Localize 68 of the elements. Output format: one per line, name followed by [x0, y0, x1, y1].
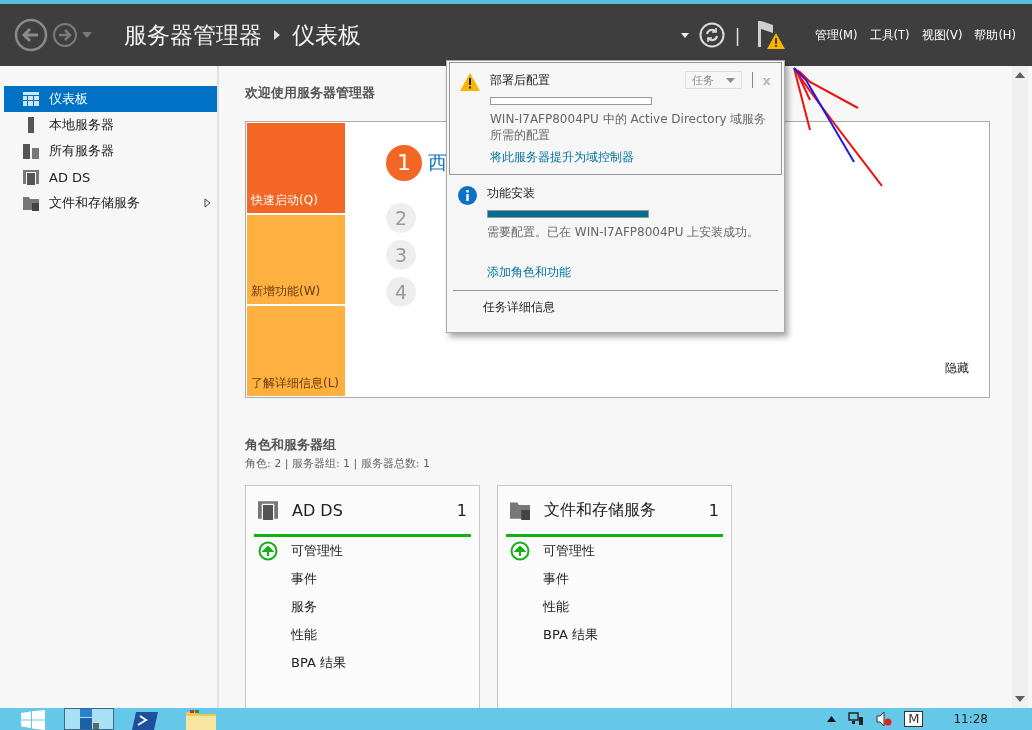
scroll-down-icon[interactable]	[1015, 696, 1025, 702]
menu-item[interactable]: 帮助(H)	[974, 27, 1016, 43]
show-hidden-icons-icon[interactable]	[827, 716, 837, 722]
notification-link[interactable]: 将此服务器提升为域控制器	[490, 149, 634, 166]
notification-title: 功能安装	[487, 184, 536, 202]
card-item[interactable]: BPA 结果	[543, 626, 598, 644]
folder-icon	[510, 500, 530, 520]
card-title: AD DS	[292, 500, 344, 520]
clock[interactable]: 11:28	[953, 712, 988, 726]
notification-title: 部署后配置	[490, 71, 551, 89]
notification-link[interactable]: 添加角色和功能	[487, 264, 571, 281]
role-card[interactable]: AD DS 1 可管理性 事件 服务 性能 BPA 结果	[245, 485, 480, 708]
expand-icon[interactable]	[204, 198, 211, 208]
card-title: 文件和存储服务	[544, 499, 657, 521]
sidebar-item[interactable]: 本地服务器	[4, 112, 217, 138]
card-item[interactable]: 可管理性	[543, 542, 595, 560]
notification-message: WIN-I7AFP8004PU 中的 Active Directory 域服务所需的配置	[490, 111, 768, 143]
tile[interactable]: 新增功能(W)	[247, 214, 345, 305]
role-card[interactable]: 文件和存储服务 1 可管理性 事件 性能 BPA 结果	[497, 485, 732, 708]
sidebar-item[interactable]: AD DS	[4, 164, 217, 190]
card-item[interactable]: 事件	[543, 570, 569, 588]
count: 1	[708, 500, 719, 520]
card-item[interactable]: 性能	[291, 626, 317, 644]
breadcrumb-item[interactable]: 服务器管理器	[124, 19, 262, 51]
sidebar-item[interactable]: 所有服务器	[4, 138, 217, 164]
server-manager-taskbar-icon[interactable]	[64, 708, 114, 730]
grid-icon	[23, 92, 39, 106]
dropdown-icon[interactable]	[680, 32, 689, 38]
info-icon	[458, 186, 477, 205]
card-item[interactable]: 服务	[291, 598, 317, 616]
step-number: 3	[386, 239, 416, 270]
chevron-icon	[274, 30, 280, 40]
sidebar-item[interactable]: 文件和存储服务	[4, 190, 217, 216]
task-details-link[interactable]: 任务详细信息	[483, 300, 555, 314]
ime-indicator[interactable]: M	[904, 711, 924, 727]
menu-item[interactable]: 视图(V)	[921, 27, 963, 43]
step-number: 4	[386, 276, 416, 307]
speaker-muted-icon[interactable]	[876, 712, 893, 726]
menu-item[interactable]: 工具(T)	[869, 27, 910, 43]
section-title: 欢迎使用服务器管理器	[245, 84, 375, 102]
menu-item[interactable]: 管理(M)	[814, 27, 858, 43]
caret-icon	[725, 77, 735, 83]
server-tower-icon	[23, 169, 39, 185]
refresh-icon[interactable]	[698, 22, 725, 48]
card-item[interactable]: 可管理性	[291, 542, 343, 560]
separator: |	[734, 24, 741, 46]
forward-icon[interactable]	[52, 22, 78, 48]
hide-link[interactable]: 隐藏	[945, 360, 969, 377]
card-item[interactable]: 事件	[291, 570, 317, 588]
back-icon[interactable]	[14, 18, 48, 52]
card-item[interactable]: 性能	[543, 598, 569, 616]
section-title: 角色和服务器组	[245, 436, 337, 454]
step-number: 1	[386, 144, 422, 181]
servers-icon	[23, 143, 39, 159]
network-icon[interactable]	[848, 712, 865, 726]
notification-message: 需要配置。已在 WIN-I7AFP8004PU 上安装成功。	[487, 224, 761, 240]
card-item[interactable]: BPA 结果	[291, 654, 346, 672]
page-title: 仪表板	[292, 20, 361, 50]
tile[interactable]: 了解详细信息(L)	[247, 306, 345, 396]
sidebar-item[interactable]: 仪表板	[4, 86, 217, 112]
step-link[interactable]: 西	[428, 149, 447, 176]
folder-icon	[23, 195, 39, 211]
step-number: 2	[386, 202, 416, 233]
scroll-up-icon[interactable]	[1015, 72, 1025, 78]
server-tower-icon	[258, 500, 278, 520]
count: 1	[456, 500, 467, 520]
warning-icon	[460, 73, 480, 91]
summary-text: 角色: 2 | 服务器组: 1 | 服务器总数: 1	[245, 456, 431, 471]
